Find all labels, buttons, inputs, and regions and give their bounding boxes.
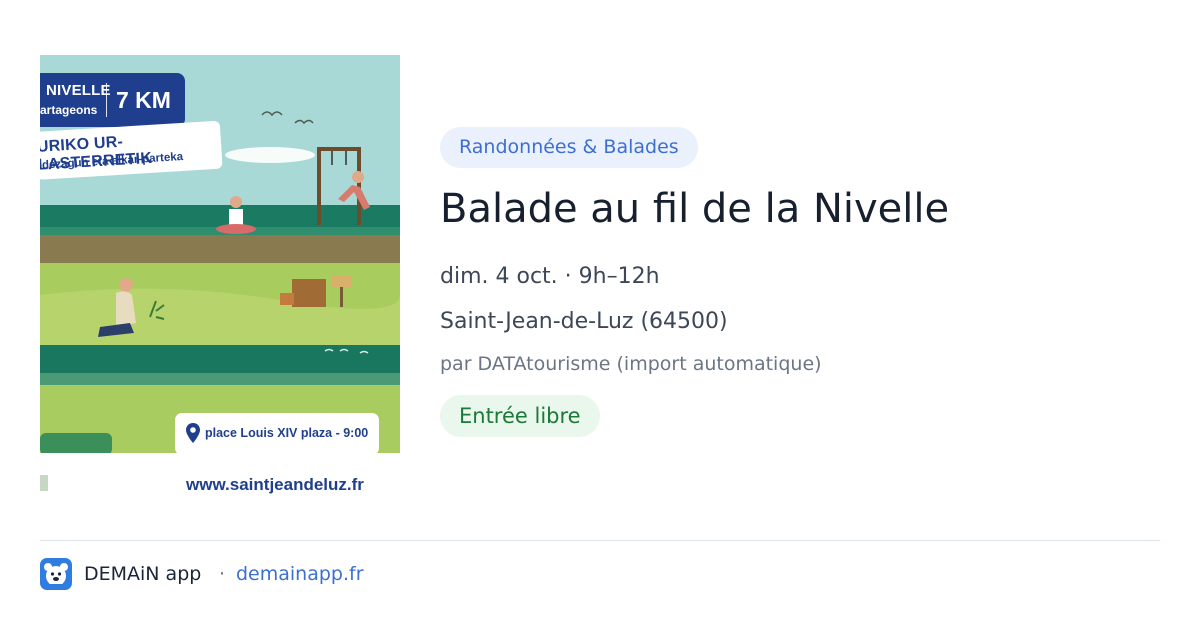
poster-title-line2: artageons (40, 103, 98, 117)
app-domain-link[interactable]: demainapp.fr (236, 563, 364, 585)
event-organizer: par DATAtourisme (import automatique) (440, 353, 822, 375)
event-title: Balade au fil de la Nivelle (440, 186, 950, 232)
poster-title-separator (106, 83, 107, 117)
bear-face-icon[interactable] (40, 558, 72, 590)
event-datetime: dim. 4 oct. · 9h–12h (440, 264, 660, 289)
footer-separator: · (219, 563, 226, 585)
price-badge: Entrée libre (440, 395, 600, 437)
event-poster-image[interactable]: NIVELLE artageons 7 KM URIKO UR-LASTERRE… (40, 55, 400, 515)
poster-title-line1: NIVELLE (46, 82, 111, 99)
poster-website: www.saintjeandeluz.fr (186, 475, 364, 494)
event-location: Saint-Jean-de-Luz (64500) (440, 309, 728, 334)
poster-meeting-point: place Louis XIV plaza - 9:00 (175, 413, 379, 455)
poster-title-banner: NIVELLE artageons 7 KM (40, 73, 185, 127)
poster-meeting-point-text: place Louis XIV plaza - 9:00 (205, 426, 369, 440)
map-pin-icon (186, 423, 200, 443)
category-badge[interactable]: Randonnées & Balades (440, 127, 698, 168)
app-name: DEMAiN app (84, 563, 202, 585)
poster-distance: 7 KM (116, 87, 171, 113)
footer-divider (40, 540, 1160, 541)
